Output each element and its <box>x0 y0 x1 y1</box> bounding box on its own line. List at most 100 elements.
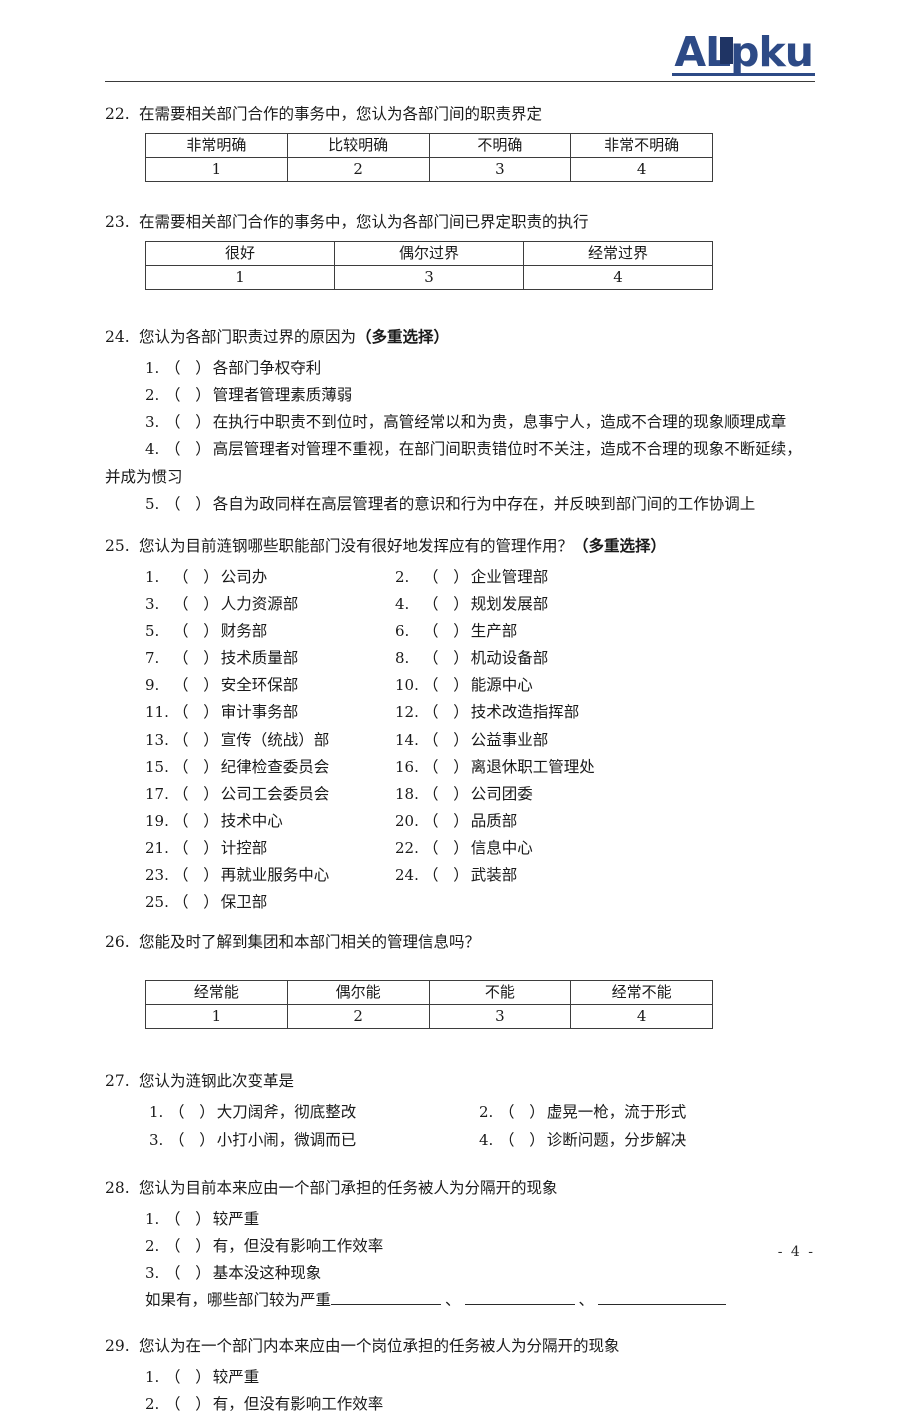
checkbox-paren-icon[interactable]: （ ） <box>163 436 213 463</box>
department-option-13[interactable]: 13. （ ）宣传（统战）部 <box>145 727 395 754</box>
option-index: 15. <box>145 757 169 776</box>
department-option-10[interactable]: 10. （ ）能源中心 <box>395 672 533 699</box>
department-option-17[interactable]: 17. （ ）公司工会委员会 <box>145 781 395 808</box>
checkbox-paren-icon[interactable]: （ ） <box>163 1391 213 1418</box>
checkbox-paren-icon[interactable]: （ ） <box>171 564 221 591</box>
department-option-4[interactable]: 4. （ ）规划发展部 <box>395 591 548 618</box>
checkbox-paren-icon[interactable]: （ ） <box>421 564 471 591</box>
table-value-cell[interactable]: 4 <box>523 265 713 291</box>
table-value-cell[interactable]: 3 <box>428 157 572 183</box>
checkbox-paren-icon[interactable]: （ ） <box>163 491 213 518</box>
table-value-cell[interactable]: 1 <box>145 1004 288 1030</box>
department-option-1[interactable]: 1. （ ）公司办 <box>145 564 395 591</box>
department-option-8[interactable]: 8. （ ）机动设备部 <box>395 645 548 672</box>
checkbox-paren-icon[interactable]: （ ） <box>171 781 221 808</box>
checkbox-paren-icon[interactable]: （ ） <box>171 754 221 781</box>
option-29-1[interactable]: 1. （ ） 较严重 <box>145 1364 259 1391</box>
table-value-cell[interactable]: 1 <box>145 265 335 291</box>
option-24-3[interactable]: 3. （ ） 在执行中职责不到位时，高管经常以和为贵，息事宁人，造成不合理的现象… <box>145 409 786 436</box>
option-28-1[interactable]: 1. （ ） 较严重 <box>145 1206 259 1233</box>
fill-in-blank-2[interactable] <box>464 1288 575 1306</box>
department-option-20[interactable]: 20. （ ）品质部 <box>395 808 517 835</box>
question-28-heading: 28. 您认为目前本来应由一个部门承担的任务被人为分隔开的现象 <box>105 1176 815 1200</box>
table-value-cell[interactable]: 4 <box>570 1004 713 1030</box>
department-option-16[interactable]: 16. （ ）离退休职工管理处 <box>395 754 595 781</box>
department-option-11[interactable]: 11. （ ）审计事务部 <box>145 699 395 726</box>
checkbox-paren-icon[interactable]: （ ） <box>497 1099 547 1126</box>
checkbox-paren-icon[interactable]: （ ） <box>163 355 213 382</box>
checkbox-paren-icon[interactable]: （ ） <box>171 862 221 889</box>
checkbox-paren-icon[interactable]: （ ） <box>171 645 221 672</box>
option-index: 2. <box>145 1395 160 1414</box>
checkbox-paren-icon[interactable]: （ ） <box>421 808 471 835</box>
department-option-6[interactable]: 6. （ ）生产部 <box>395 618 517 645</box>
option-24-4[interactable]: 4. （ ） 高层管理者对管理不重视，在部门间职责错位时不关注，造成不合理的现象… <box>145 436 802 463</box>
department-option-21[interactable]: 21. （ ）计控部 <box>145 835 395 862</box>
department-option-24[interactable]: 24. （ ）武装部 <box>395 862 517 889</box>
table-value-cell[interactable]: 2 <box>286 1004 430 1030</box>
option-27-3[interactable]: 3. （ ） 小打小闹，微调而已 <box>149 1127 479 1154</box>
option-24-5[interactable]: 5. （ ） 各自为政同样在高层管理者的意识和行为中存在，并反映到部门间的工作协… <box>145 491 755 518</box>
checkbox-paren-icon[interactable]: （ ） <box>171 835 221 862</box>
checkbox-paren-icon[interactable]: （ ） <box>163 382 213 409</box>
option-24-2[interactable]: 2. （ ） 管理者管理素质薄弱 <box>145 382 352 409</box>
document-page: ALpku 22. 在需要相关部门合作的事务中，您认为各部门间的职责界定 非常明… <box>0 0 920 1413</box>
table-value-cell[interactable]: 1 <box>145 157 288 183</box>
checkbox-paren-icon[interactable]: （ ） <box>421 672 471 699</box>
checkbox-paren-icon[interactable]: （ ） <box>421 645 471 672</box>
option-28-3[interactable]: 3. （ ） 基本没这种现象 <box>145 1260 321 1287</box>
fill-in-blank-3[interactable] <box>598 1288 727 1306</box>
checkbox-paren-icon[interactable]: （ ） <box>171 889 221 916</box>
checkbox-paren-icon[interactable]: （ ） <box>163 1206 213 1233</box>
fill-in-blank-1[interactable] <box>331 1288 442 1306</box>
checkbox-paren-icon[interactable]: （ ） <box>421 835 471 862</box>
option-24-1[interactable]: 1. （ ） 各部门争权夺利 <box>145 355 321 382</box>
checkbox-paren-icon[interactable]: （ ） <box>163 1364 213 1391</box>
option-27-2[interactable]: 2. （ ） 虚晃一枪，流于形式 <box>479 1099 686 1126</box>
department-option-12[interactable]: 12. （ ）技术改造指挥部 <box>395 699 579 726</box>
checkbox-paren-icon[interactable]: （ ） <box>421 781 471 808</box>
checkbox-paren-icon[interactable]: （ ） <box>421 618 471 645</box>
checkbox-paren-icon[interactable]: （ ） <box>171 727 221 754</box>
department-option-7[interactable]: 7. （ ）技术质量部 <box>145 645 395 672</box>
option-27-1[interactable]: 1. （ ） 大刀阔斧，彻底整改 <box>149 1099 479 1126</box>
checkbox-paren-icon[interactable]: （ ） <box>167 1099 217 1126</box>
table-value-cell[interactable]: 3 <box>334 265 524 291</box>
department-option-9[interactable]: 9. （ ）安全环保部 <box>145 672 395 699</box>
checkbox-paren-icon[interactable]: （ ） <box>163 1260 213 1287</box>
checkbox-paren-icon[interactable]: （ ） <box>497 1127 547 1154</box>
department-option-22[interactable]: 22. （ ）信息中心 <box>395 835 533 862</box>
option-label: 管理者管理素质薄弱 <box>212 386 353 405</box>
checkbox-paren-icon[interactable]: （ ） <box>171 618 221 645</box>
checkbox-paren-icon[interactable]: （ ） <box>171 699 221 726</box>
option-index: 13. <box>145 730 169 749</box>
checkbox-paren-icon[interactable]: （ ） <box>167 1127 217 1154</box>
department-option-25[interactable]: 25. （ ）保卫部 <box>145 889 395 916</box>
checkbox-paren-icon[interactable]: （ ） <box>421 862 471 889</box>
department-option-18[interactable]: 18. （ ）公司团委 <box>395 781 533 808</box>
option-28-2[interactable]: 2. （ ） 有，但没有影响工作效率 <box>145 1233 383 1260</box>
department-option-14[interactable]: 14. （ ）公益事业部 <box>395 727 548 754</box>
checkbox-paren-icon[interactable]: （ ） <box>171 591 221 618</box>
department-option-5[interactable]: 5. （ ）财务部 <box>145 618 395 645</box>
checkbox-paren-icon[interactable]: （ ） <box>171 672 221 699</box>
option-29-2[interactable]: 2. （ ） 有，但没有影响工作效率 <box>145 1391 383 1418</box>
table-value-cell[interactable]: 4 <box>570 157 713 183</box>
checkbox-paren-icon[interactable]: （ ） <box>421 591 471 618</box>
checkbox-paren-icon[interactable]: （ ） <box>171 808 221 835</box>
checkbox-paren-icon[interactable]: （ ） <box>421 727 471 754</box>
checkbox-paren-icon[interactable]: （ ） <box>421 699 471 726</box>
table-header-cell: 非常不明确 <box>570 133 713 159</box>
option-index: 10. <box>395 676 419 695</box>
department-option-3[interactable]: 3. （ ）人力资源部 <box>145 591 395 618</box>
table-value-cell[interactable]: 2 <box>286 157 430 183</box>
checkbox-paren-icon[interactable]: （ ） <box>421 754 471 781</box>
table-value-cell[interactable]: 3 <box>428 1004 572 1030</box>
option-27-4[interactable]: 4. （ ） 诊断问题，分步解决 <box>479 1127 686 1154</box>
department-option-23[interactable]: 23. （ ）再就业服务中心 <box>145 862 395 889</box>
department-option-19[interactable]: 19. （ ）技术中心 <box>145 808 395 835</box>
checkbox-paren-icon[interactable]: （ ） <box>163 409 213 436</box>
department-option-2[interactable]: 2. （ ）企业管理部 <box>395 564 548 591</box>
department-option-15[interactable]: 15. （ ）纪律检查委员会 <box>145 754 395 781</box>
checkbox-paren-icon[interactable]: （ ） <box>163 1233 213 1260</box>
